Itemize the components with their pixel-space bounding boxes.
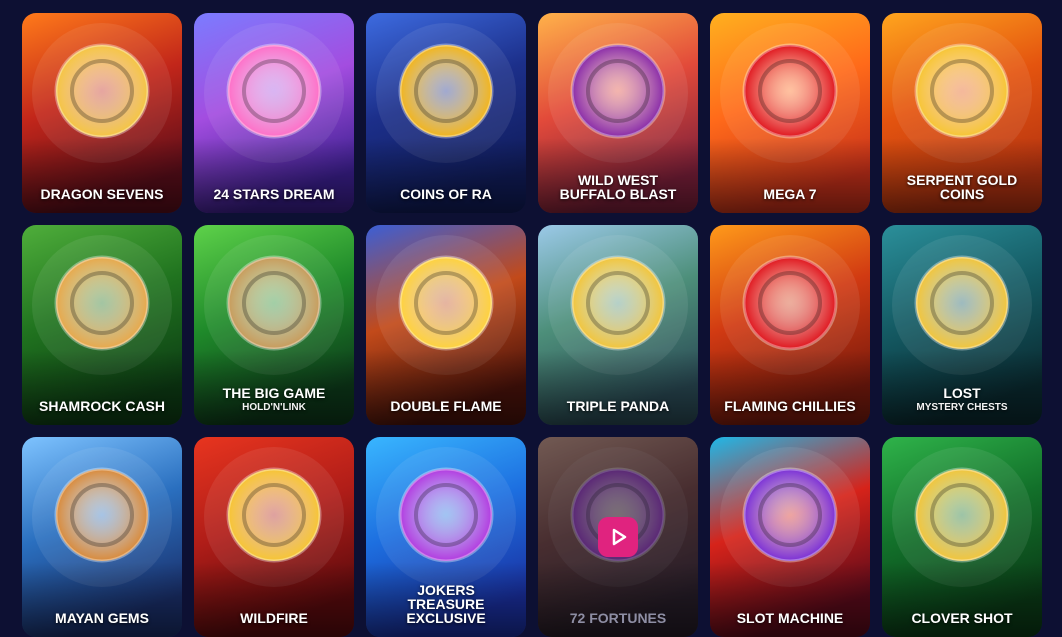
game-caption: 24 STARS DREAM bbox=[198, 187, 350, 201]
game-title: COINS OF RA bbox=[400, 186, 492, 202]
game-caption: MEGA 7 bbox=[714, 187, 866, 201]
game-title: 24 STARS DREAM bbox=[213, 186, 335, 202]
game-caption: DOUBLE FLAME bbox=[370, 399, 522, 413]
game-caption: WILDFIRE bbox=[198, 611, 350, 625]
game-tile-coins-of-ra[interactable]: COINS OF RA bbox=[366, 13, 526, 213]
game-tile-shamrock-cash[interactable]: SHAMROCK CASH bbox=[22, 225, 182, 425]
game-caption: FLAMING CHILLIES bbox=[714, 399, 866, 413]
game-tile-double-flame[interactable]: DOUBLE FLAME bbox=[366, 225, 526, 425]
game-tile-lost-mystery-chests[interactable]: LOST MYSTERY CHESTS bbox=[882, 225, 1042, 425]
game-title: FLAMING CHILLIES bbox=[724, 398, 856, 414]
game-tile-clover-shot[interactable]: CLOVER SHOT bbox=[882, 437, 1042, 637]
game-caption: SERPENT GOLD COINS bbox=[886, 173, 1038, 201]
play-button[interactable] bbox=[598, 517, 638, 557]
game-caption: WILD WEST BUFFALO BLAST bbox=[542, 173, 694, 201]
game-tile-the-big-game[interactable]: THE BIG GAME HOLD'N'LINK bbox=[194, 225, 354, 425]
game-tile-wildfire[interactable]: WILDFIRE bbox=[194, 437, 354, 637]
game-caption: CLOVER SHOT bbox=[886, 611, 1038, 625]
game-caption: SHAMROCK CASH bbox=[26, 399, 178, 413]
game-tile-triple-panda[interactable]: TRIPLE PANDA bbox=[538, 225, 698, 425]
game-title: WILD WEST BUFFALO BLAST bbox=[559, 172, 677, 202]
game-tile-wild-west-buffalo-blast[interactable]: WILD WEST BUFFALO BLAST bbox=[538, 13, 698, 213]
game-caption: THE BIG GAME HOLD'N'LINK bbox=[198, 386, 350, 413]
game-tile-72-fortunes[interactable]: 72 FORTUNES bbox=[538, 437, 698, 637]
game-tile-mayan-gems[interactable]: MAYAN GEMS bbox=[22, 437, 182, 637]
game-title: SERPENT GOLD COINS bbox=[906, 172, 1018, 202]
game-caption: SLOT MACHINE bbox=[714, 611, 866, 625]
game-title: DOUBLE FLAME bbox=[390, 398, 502, 414]
game-title: 72 FORTUNES bbox=[569, 610, 667, 626]
game-title: LOST bbox=[943, 385, 981, 401]
game-tile-slot-machine[interactable]: SLOT MACHINE bbox=[710, 437, 870, 637]
game-tile-dragon-sevens[interactable]: DRAGON SEVENS bbox=[22, 13, 182, 213]
game-tile-flaming-chillies[interactable]: FLAMING CHILLIES bbox=[710, 225, 870, 425]
game-title: JOKERS TREASURE EXCLUSIVE bbox=[406, 582, 486, 626]
game-caption: 72 FORTUNES bbox=[542, 611, 694, 625]
game-title: CLOVER SHOT bbox=[911, 610, 1013, 626]
game-title: MAYAN GEMS bbox=[55, 610, 149, 626]
game-tile-24-stars-dream[interactable]: 24 STARS DREAM bbox=[194, 13, 354, 213]
game-title: TRIPLE PANDA bbox=[566, 398, 670, 414]
game-title: DRAGON SEVENS bbox=[40, 186, 164, 202]
game-caption: COINS OF RA bbox=[370, 187, 522, 201]
game-caption: DRAGON SEVENS bbox=[26, 187, 178, 201]
game-title: SHAMROCK CASH bbox=[39, 398, 165, 414]
game-caption: LOST MYSTERY CHESTS bbox=[886, 386, 1038, 413]
game-caption: TRIPLE PANDA bbox=[542, 399, 694, 413]
game-caption: MAYAN GEMS bbox=[26, 611, 178, 625]
play-icon bbox=[612, 528, 627, 546]
game-subtitle: MYSTERY CHESTS bbox=[916, 402, 1008, 413]
game-tile-jokers-treasure-exclusive[interactable]: JOKERS TREASURE EXCLUSIVE bbox=[366, 437, 526, 637]
game-tile-serpent-gold-coins[interactable]: SERPENT GOLD COINS bbox=[882, 13, 1042, 213]
game-title: WILDFIRE bbox=[240, 610, 308, 626]
game-subtitle: HOLD'N'LINK bbox=[242, 402, 306, 413]
game-title: THE BIG GAME bbox=[222, 385, 326, 401]
games-grid: DRAGON SEVENS 24 STARS DREAM COINS OF RA… bbox=[22, 13, 1042, 637]
game-title: SLOT MACHINE bbox=[736, 610, 844, 626]
game-caption: JOKERS TREASURE EXCLUSIVE bbox=[370, 583, 522, 625]
game-tile-mega-7[interactable]: MEGA 7 bbox=[710, 13, 870, 213]
game-title: MEGA 7 bbox=[763, 186, 817, 202]
